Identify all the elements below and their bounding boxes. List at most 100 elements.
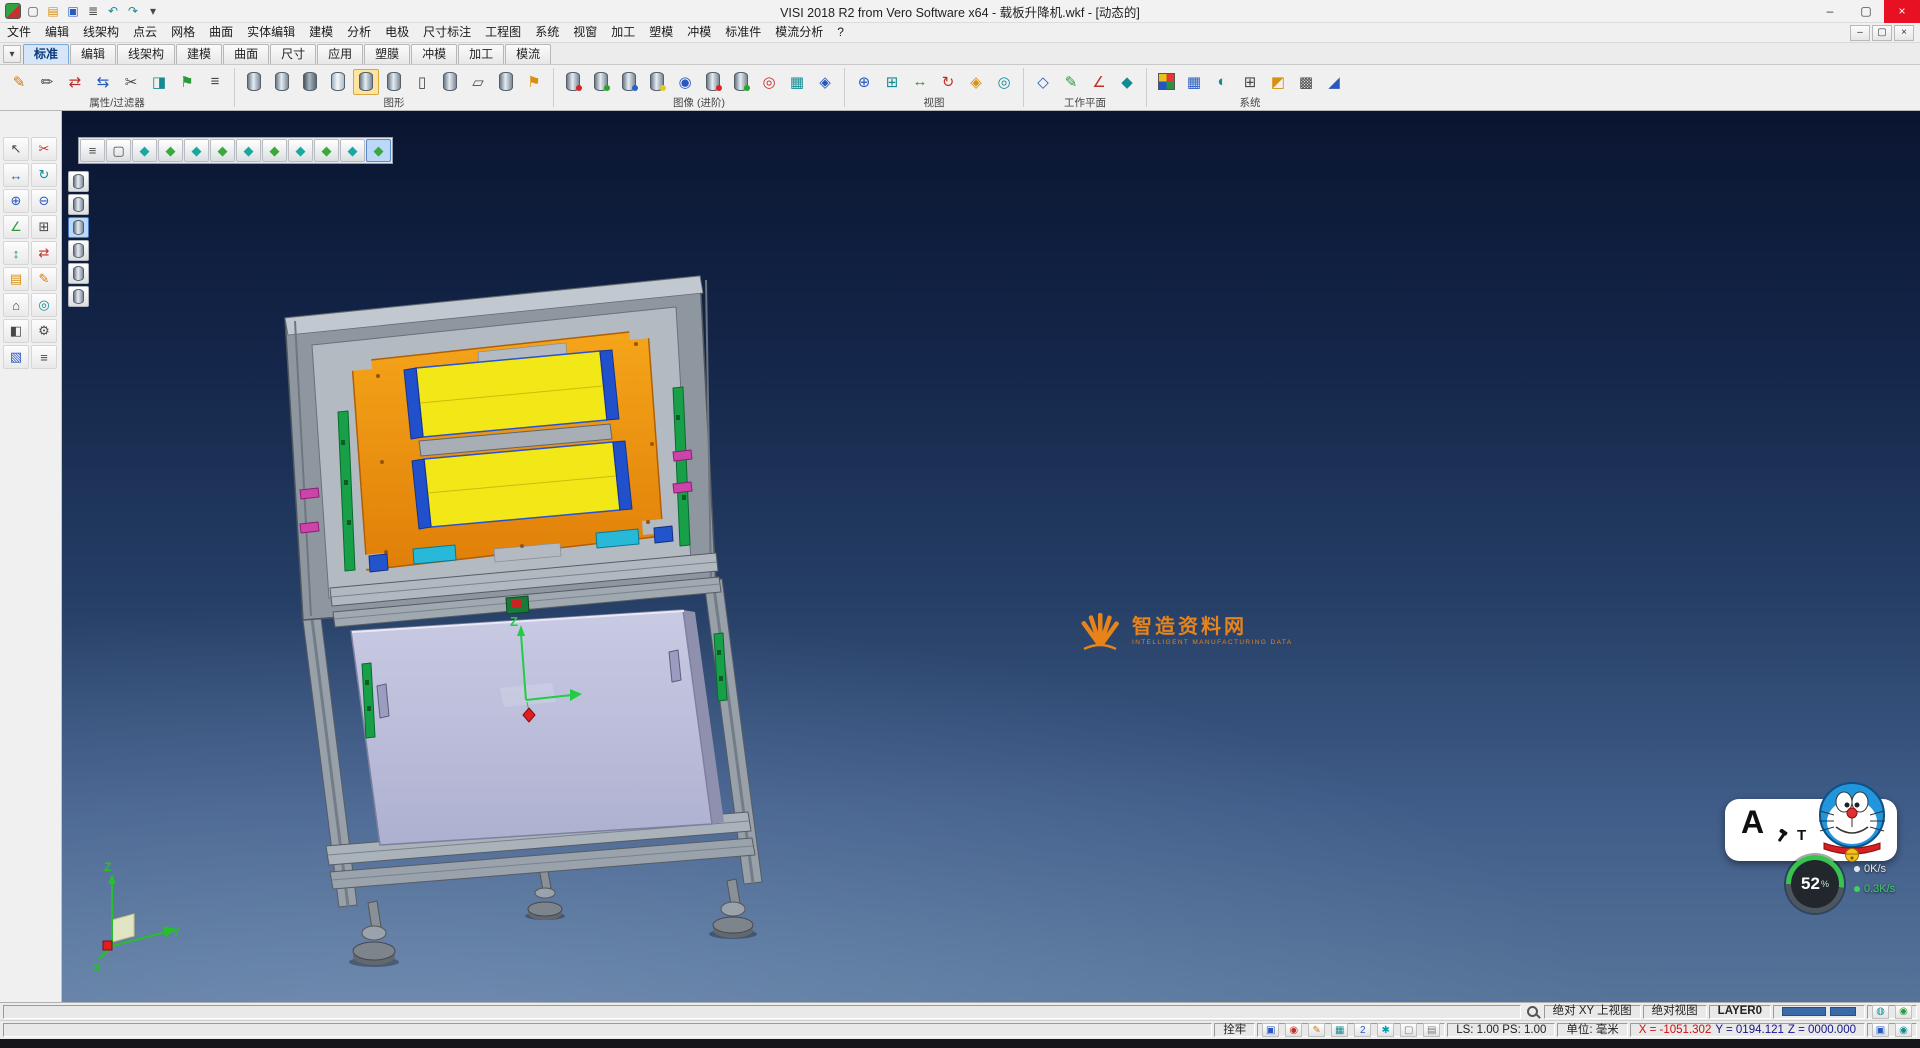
menu-drafting[interactable]: 工程图 — [478, 23, 528, 42]
menu-analysis[interactable]: 分析 — [340, 23, 378, 42]
menu-machining[interactable]: 加工 — [604, 23, 642, 42]
quick-access-dropdown-icon[interactable]: ▾ — [144, 2, 162, 20]
render-green-icon[interactable] — [588, 69, 614, 95]
menu-wireframe[interactable]: 线架构 — [76, 23, 126, 42]
mdi-close-button[interactable]: × — [1894, 25, 1914, 41]
status-layer2-icon[interactable]: 2 — [1354, 1023, 1371, 1037]
workplane-new-icon[interactable]: ◆ — [1114, 69, 1140, 95]
zoom-window-icon[interactable]: ⊞ — [879, 69, 905, 95]
mdi-restore-button[interactable]: ▢ — [1872, 25, 1892, 41]
grid-icon[interactable]: ⊞ — [31, 215, 57, 239]
active-shading-icon[interactable] — [353, 69, 379, 95]
zoom-in-icon[interactable]: ⊕ — [3, 189, 29, 213]
menu-electrode[interactable]: 电极 — [378, 23, 416, 42]
axis-display-icon[interactable] — [493, 69, 519, 95]
minimize-button[interactable]: – — [1812, 0, 1848, 23]
system-screen-icon[interactable]: ▦ — [1181, 69, 1207, 95]
render-target-icon[interactable]: ◎ — [756, 69, 782, 95]
tab-edit[interactable]: 编辑 — [70, 44, 116, 64]
status-snap-icon[interactable]: ◉ — [1285, 1023, 1302, 1037]
menu-flow-analysis[interactable]: 模流分析 — [768, 23, 830, 42]
attr-transfer-icon[interactable]: ⇆ — [90, 69, 116, 95]
tab-die[interactable]: 冲模 — [411, 44, 457, 64]
status-world-icon[interactable]: ◉ — [1895, 1023, 1912, 1037]
filter-solid-icon[interactable] — [68, 217, 89, 238]
box-display-icon[interactable]: ▱ — [465, 69, 491, 95]
render-cube-icon[interactable]: ◈ — [812, 69, 838, 95]
menu-dimension[interactable]: 尺寸标注 — [416, 23, 478, 42]
redo-icon[interactable]: ↷ — [124, 2, 142, 20]
home-view-icon[interactable]: ⌂ — [3, 293, 29, 317]
right-view-icon[interactable]: ◆ — [210, 139, 235, 162]
menu-surface[interactable]: 曲面 — [202, 23, 240, 42]
filter-flag-icon[interactable]: ⚑ — [174, 69, 200, 95]
zoom-all-icon[interactable]: ⊕ — [851, 69, 877, 95]
tab-dimension[interactable]: 尺寸 — [270, 44, 316, 64]
workplane-xy-icon[interactable]: ◇ — [1030, 69, 1056, 95]
filter-half-icon[interactable]: ◨ — [146, 69, 172, 95]
axon-view-icon[interactable]: ◆ — [314, 139, 339, 162]
attr-copy-icon[interactable]: ✏ — [34, 69, 60, 95]
network-speed-gauge[interactable]: 52 % — [1786, 855, 1844, 913]
filter-other-icon[interactable] — [68, 286, 89, 307]
mdi-minimize-button[interactable]: – — [1850, 25, 1870, 41]
tab-film[interactable]: 塑膜 — [364, 44, 410, 64]
menu-mold[interactable]: 塑模 — [642, 23, 680, 42]
status-display-icon[interactable]: ◍ — [1872, 1005, 1889, 1019]
menu-edit[interactable]: 编辑 — [38, 23, 76, 42]
move-icon[interactable]: ↕ — [3, 241, 29, 265]
system-table-icon[interactable]: ⊞ — [1237, 69, 1263, 95]
pan-tool-icon[interactable]: ↔ — [3, 163, 29, 187]
layers-icon[interactable]: ▤ — [3, 267, 29, 291]
filter-cut-icon[interactable]: ✂ — [118, 69, 144, 95]
viewport-3d-scene[interactable]: Z Z Y X — [62, 111, 1920, 1002]
list-icon[interactable]: ≡ — [31, 345, 57, 369]
tab-standard[interactable]: 标准 — [23, 44, 69, 64]
cad-machine-model[interactable] — [285, 276, 762, 967]
menu-window[interactable]: 视窗 — [566, 23, 604, 42]
render-copy-icon[interactable] — [728, 69, 754, 95]
current-view-icon[interactable]: ◆ — [366, 139, 391, 162]
status-abs-view[interactable]: 绝对视图 — [1643, 1005, 1707, 1019]
print-icon[interactable]: ≣ — [84, 2, 102, 20]
menu-file[interactable]: 文件 — [0, 23, 38, 42]
dynamic-rotate-icon[interactable]: ↻ — [31, 163, 57, 187]
filter-surface-icon[interactable] — [68, 240, 89, 261]
workplane-angle-icon[interactable]: ∠ — [1086, 69, 1112, 95]
previous-view-icon[interactable]: ◈ — [963, 69, 989, 95]
wireframe-display-icon[interactable] — [241, 69, 267, 95]
tab-flow[interactable]: 模流 — [505, 44, 551, 64]
system-layer-icon[interactable]: ◩ — [1265, 69, 1291, 95]
transparent-display-icon[interactable] — [325, 69, 351, 95]
zoom-out-icon[interactable]: ⊖ — [31, 189, 57, 213]
windows-taskbar-edge[interactable] — [0, 1039, 1920, 1048]
dimetric-view-icon[interactable]: ◆ — [340, 139, 365, 162]
view-plane-icon[interactable]: ▢ — [106, 139, 131, 162]
status-save-icon[interactable]: ▣ — [1262, 1023, 1279, 1037]
search-icon[interactable] — [1527, 1006, 1538, 1017]
half-display-icon[interactable]: ◧ — [3, 319, 29, 343]
workplane-edit-icon[interactable]: ✎ — [1058, 69, 1084, 95]
tab-surface[interactable]: 曲面 — [223, 44, 269, 64]
attr-swap-icon[interactable]: ⇄ — [62, 69, 88, 95]
system-hatch-icon[interactable]: ▩ — [1293, 69, 1319, 95]
undo-icon[interactable]: ↶ — [104, 2, 122, 20]
menu-system[interactable]: 系统 — [528, 23, 566, 42]
select-icon[interactable]: ↖ — [3, 137, 29, 161]
refresh-icon[interactable]: ◎ — [31, 293, 57, 317]
system-palette-icon[interactable] — [1153, 69, 1179, 95]
close-button[interactable]: × — [1884, 0, 1920, 23]
menu-point-cloud[interactable]: 点云 — [126, 23, 164, 42]
render-blue-icon[interactable] — [616, 69, 642, 95]
menu-modeling[interactable]: 建模 — [302, 23, 340, 42]
filter-mesh-icon[interactable] — [68, 263, 89, 284]
group-display-icon[interactable] — [437, 69, 463, 95]
tab-modeling[interactable]: 建模 — [176, 44, 222, 64]
refresh-view-icon[interactable]: ◎ — [991, 69, 1017, 95]
hatch-icon[interactable]: ▧ — [3, 345, 29, 369]
status-cube-icon[interactable]: ▣ — [1872, 1023, 1889, 1037]
bottom-view-icon[interactable]: ◆ — [288, 139, 313, 162]
status-grid-icon[interactable]: ▦ — [1331, 1023, 1348, 1037]
menu-die[interactable]: 冲模 — [680, 23, 718, 42]
status-monitor-icon[interactable]: ▢ — [1400, 1023, 1417, 1037]
